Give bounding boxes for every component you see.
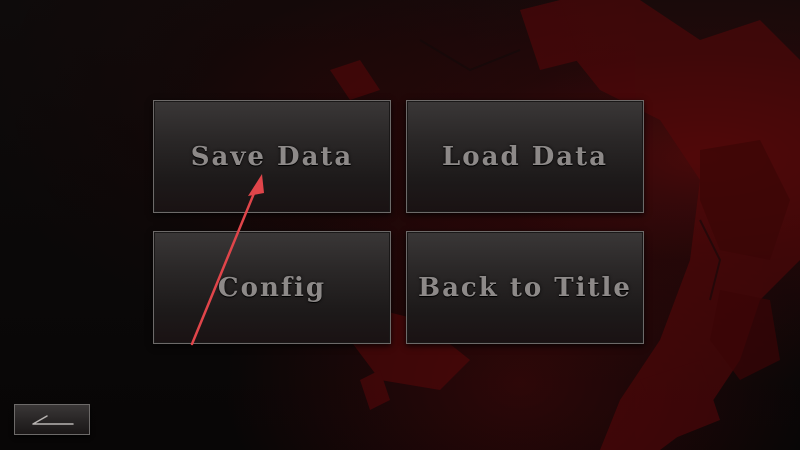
back-to-title-label: Back to Title [418,272,632,303]
blood-splatter-background [330,0,800,450]
back-button[interactable] [14,404,90,435]
load-data-button[interactable]: Load Data [406,100,644,213]
save-data-button[interactable]: Save Data [153,100,391,213]
load-data-label: Load Data [442,141,608,172]
back-arrow-icon [32,415,74,425]
back-to-title-button[interactable]: Back to Title [406,231,644,344]
save-data-label: Save Data [190,141,354,172]
game-menu-screen: Save Data Load Data Config Back to Title [0,0,800,450]
config-button[interactable]: Config [153,231,391,344]
config-label: Config [217,272,327,303]
